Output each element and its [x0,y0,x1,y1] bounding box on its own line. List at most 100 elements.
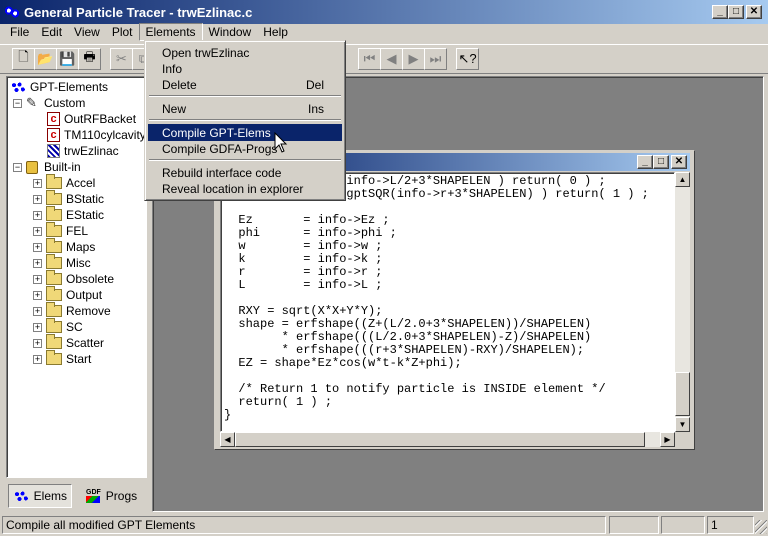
scroll-left-button[interactable]: ◀ [220,432,235,447]
expand-icon[interactable]: + [33,210,42,220]
expand-icon[interactable]: + [33,226,42,236]
previous-button[interactable]: ◀ [380,48,403,70]
menu-item-delete[interactable]: Delete Del [148,76,342,93]
status-message: Compile all modified GPT Elements [2,516,606,534]
scroll-right-button[interactable]: ▶ [660,432,675,447]
tree-folder-start[interactable]: + Start [33,350,91,367]
expand-icon[interactable]: + [33,178,42,188]
menu-edit[interactable]: Edit [35,23,68,41]
last-button[interactable]: ⏭ [424,48,447,70]
arrow-right-icon: ▶ [664,435,671,444]
tree-folder-accel[interactable]: + Accel [33,174,95,191]
tree-node-custom[interactable]: − ✎ Custom [13,95,85,111]
c-source-icon: c [47,112,60,126]
panel-tabs: Elems GDF Progs [6,484,147,510]
menu-file[interactable]: File [4,23,35,41]
maximize-button[interactable]: □ [728,5,744,19]
editor-close-button[interactable]: ✕ [671,155,687,169]
element-tree[interactable]: GPT-Elements − ✎ Custom c OutRFBacket c … [6,76,147,478]
close-icon: ✕ [674,156,684,167]
expand-icon[interactable]: + [33,354,42,364]
tab-progs[interactable]: GDF Progs [82,484,144,508]
tree-folder-misc[interactable]: + Misc [33,254,91,271]
horizontal-scrollbar[interactable]: ◀ ▶ [220,432,675,447]
tab-elems[interactable]: Elems [8,484,72,508]
expand-icon[interactable]: + [33,274,42,284]
size-grip-icon[interactable] [755,520,767,534]
menu-plot[interactable]: Plot [106,23,139,41]
folder-icon [46,286,62,301]
scroll-up-button[interactable]: ▲ [675,172,690,187]
cut-button[interactable]: ✂ [110,48,133,70]
close-button[interactable]: ✕ [746,5,762,19]
lock-icon [26,160,38,174]
tree-folder-output[interactable]: + Output [33,286,102,303]
close-icon: ✕ [749,6,759,17]
expand-icon[interactable]: + [33,306,42,316]
folder-icon [46,318,62,333]
print-button[interactable]: 🖶 [78,48,101,70]
gpt-element-icon [47,144,60,158]
first-icon: ⏮ [363,51,376,66]
tree-node-builtin[interactable]: − Built-in [13,159,81,175]
menu-window[interactable]: Window [203,23,258,41]
menu-view[interactable]: View [68,23,106,41]
context-help-button[interactable]: ↖? [456,48,479,70]
expand-icon[interactable]: + [33,322,42,332]
expand-icon[interactable]: + [33,194,42,204]
menu-help[interactable]: Help [257,23,294,41]
tree-folder-scatter[interactable]: + Scatter [33,334,104,351]
menu-item-compile-gdfa-progs[interactable]: Compile GDFA-Progs [148,140,342,157]
tree-leaf-trwezlinac[interactable]: trwEzlinac [47,143,119,159]
menu-item-rebuild-interface-code[interactable]: Rebuild interface code [148,164,342,181]
new-file-button[interactable]: 🗋 [12,48,35,70]
previous-icon: ◀ [386,51,397,66]
code-line: L = info->L ; [224,278,383,292]
expand-icon[interactable]: + [33,290,42,300]
save-icon: 💾 [59,51,76,66]
menu-elements[interactable]: Elements [138,23,203,41]
tree-folder-remove[interactable]: + Remove [33,302,111,319]
tree-leaf-tm110cylcavity[interactable]: c TM110cylcavity [47,127,146,143]
tree-folder-label: EStatic [66,208,105,222]
title-bar[interactable]: General Particle Tracer - trwEzlinac.c [0,0,768,24]
expand-icon[interactable]: + [33,258,42,268]
menu-item-label: New [162,101,187,116]
menu-item-reveal-location-in-explorer[interactable]: Reveal location in explorer [148,180,342,197]
maximize-icon: □ [657,156,665,167]
tree-folder-label: BStatic [66,192,105,206]
next-button[interactable]: ▶ [402,48,425,70]
expand-icon[interactable]: + [33,242,42,252]
tree-folder-maps[interactable]: + Maps [33,238,95,255]
editor-minimize-button[interactable]: _ [637,155,653,169]
tree-root[interactable]: GPT-Elements [10,79,108,95]
tree-folder-estatic[interactable]: + EStatic [33,206,105,223]
collapse-icon[interactable]: − [13,162,22,172]
code-editor[interactable]: info->L/2+3*SHAPELEN ) return( 0 ) ; gpt… [220,172,675,432]
menu-item-open-trwezlinac[interactable]: Open trwEzlinac [148,44,342,61]
menu-item-compile-gpt-elems[interactable]: Compile GPT-Elems [148,124,342,141]
open-folder-button[interactable]: 📂 [34,48,57,70]
menu-item-new[interactable]: New Ins [148,100,342,117]
tree-folder-sc[interactable]: + SC [33,318,83,335]
vertical-scroll-thumb[interactable] [675,372,690,416]
tree-folder-fel[interactable]: + FEL [33,222,89,239]
tree-leaf-outrfbacket[interactable]: c OutRFBacket [47,111,136,127]
menu-item-label: Compile GPT-Elems [162,125,271,140]
save-button[interactable]: 💾 [56,48,79,70]
expand-icon[interactable]: + [33,338,42,348]
horizontal-scroll-thumb[interactable] [235,432,645,447]
collapse-icon[interactable]: − [13,98,22,108]
editor-maximize-button[interactable]: □ [653,155,669,169]
minimize-button[interactable]: _ [712,5,728,19]
tree-leaf-label: trwEzlinac [64,144,119,158]
scroll-down-button[interactable]: ▼ [675,417,690,432]
code-line: EZ = shape*Ez*cos(w*t-k*Z+phi); [224,356,462,370]
menu-item-info[interactable]: Info [148,60,342,77]
tree-folder-label: FEL [66,224,89,238]
tree-folder-obsolete[interactable]: + Obsolete [33,270,114,287]
tree-folder-bstatic[interactable]: + BStatic [33,190,105,207]
first-button[interactable]: ⏮ [358,48,381,70]
vertical-scrollbar[interactable]: ▲ ▼ [675,172,690,432]
context-help-icon: ↖? [458,51,477,66]
